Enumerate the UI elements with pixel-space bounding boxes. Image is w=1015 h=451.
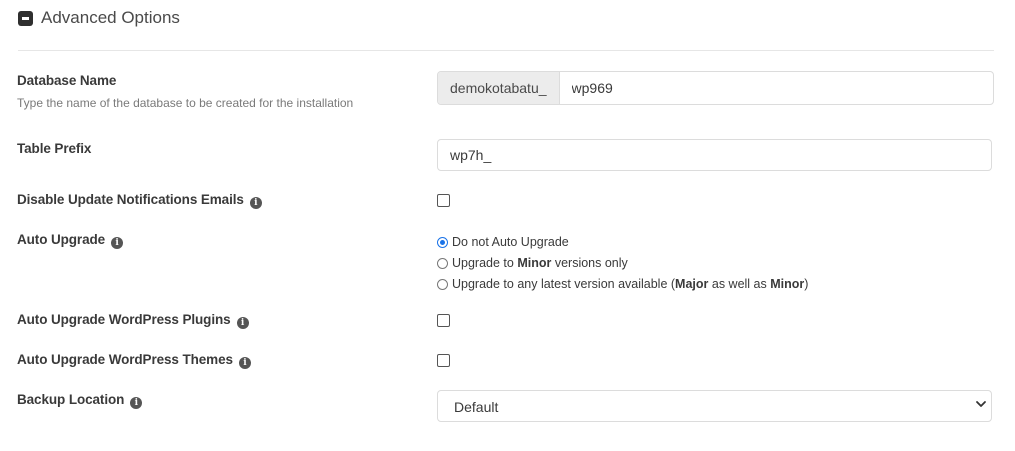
- option-minor-post: versions only: [551, 256, 628, 270]
- auto-upgrade-label: Auto Upgrade i: [17, 232, 124, 249]
- info-icon[interactable]: i: [130, 397, 143, 409]
- backup-location-select[interactable]: Default: [437, 390, 992, 422]
- auto-upgrade-option-none-text: Do not Auto Upgrade: [452, 235, 569, 249]
- option-minor-pre: Upgrade to: [452, 256, 518, 270]
- info-icon[interactable]: i: [249, 197, 262, 209]
- chevron-down-icon: [976, 401, 986, 407]
- database-prefix-addon: demokotabatu_: [438, 72, 560, 104]
- backup-location-label-text: Backup Location: [17, 392, 125, 407]
- disable-update-emails-checkbox[interactable]: [437, 194, 450, 207]
- auto-upgrade-option-none[interactable]: Do not Auto Upgrade: [437, 235, 569, 249]
- option-latest-mid: as well as: [708, 277, 771, 291]
- auto-upgrade-option-latest[interactable]: Upgrade to any latest version available …: [437, 277, 808, 291]
- auto-upgrade-themes-checkbox[interactable]: [437, 354, 450, 367]
- database-name-input[interactable]: [559, 72, 993, 104]
- section-title[interactable]: Advanced Options: [41, 8, 180, 28]
- auto-upgrade-themes-label-text: Auto Upgrade WordPress Themes: [17, 352, 233, 367]
- auto-upgrade-option-minor[interactable]: Upgrade to Minor versions only: [437, 256, 628, 270]
- table-prefix-label: Table Prefix: [17, 141, 92, 156]
- auto-upgrade-label-text: Auto Upgrade: [17, 232, 106, 247]
- collapse-section-icon[interactable]: [18, 11, 33, 26]
- database-name-input-group: demokotabatu_: [437, 71, 994, 105]
- radio-selected[interactable]: [437, 236, 448, 248]
- info-icon[interactable]: i: [111, 237, 124, 249]
- database-name-hint: Type the name of the database to be crea…: [17, 96, 354, 110]
- auto-upgrade-plugins-label-text: Auto Upgrade WordPress Plugins: [17, 312, 231, 327]
- auto-upgrade-plugins-checkbox[interactable]: [437, 314, 450, 327]
- option-minor-bold: Minor: [517, 256, 552, 270]
- disable-update-emails-label-text: Disable Update Notifications Emails: [17, 192, 244, 207]
- option-latest-bold-minor: Minor: [770, 277, 805, 291]
- auto-upgrade-plugins-label: Auto Upgrade WordPress Plugins i: [17, 312, 249, 329]
- database-name-label: Database Name: [17, 73, 117, 88]
- option-latest-post: ): [804, 277, 809, 291]
- disable-update-emails-label: Disable Update Notifications Emails i: [17, 192, 262, 209]
- auto-upgrade-themes-label: Auto Upgrade WordPress Themes i: [17, 352, 251, 369]
- backup-location-value: Default: [454, 399, 499, 415]
- table-prefix-input[interactable]: [438, 140, 991, 170]
- option-latest-bold-major: Major: [675, 277, 709, 291]
- table-prefix-field: [437, 139, 992, 171]
- radio-unselected[interactable]: [437, 278, 448, 290]
- radio-unselected[interactable]: [437, 257, 448, 269]
- section-divider: [18, 50, 994, 51]
- info-icon[interactable]: i: [236, 317, 249, 329]
- backup-location-label: Backup Location i: [17, 392, 143, 409]
- info-icon[interactable]: i: [238, 357, 251, 369]
- option-latest-pre: Upgrade to any latest version available …: [452, 277, 676, 291]
